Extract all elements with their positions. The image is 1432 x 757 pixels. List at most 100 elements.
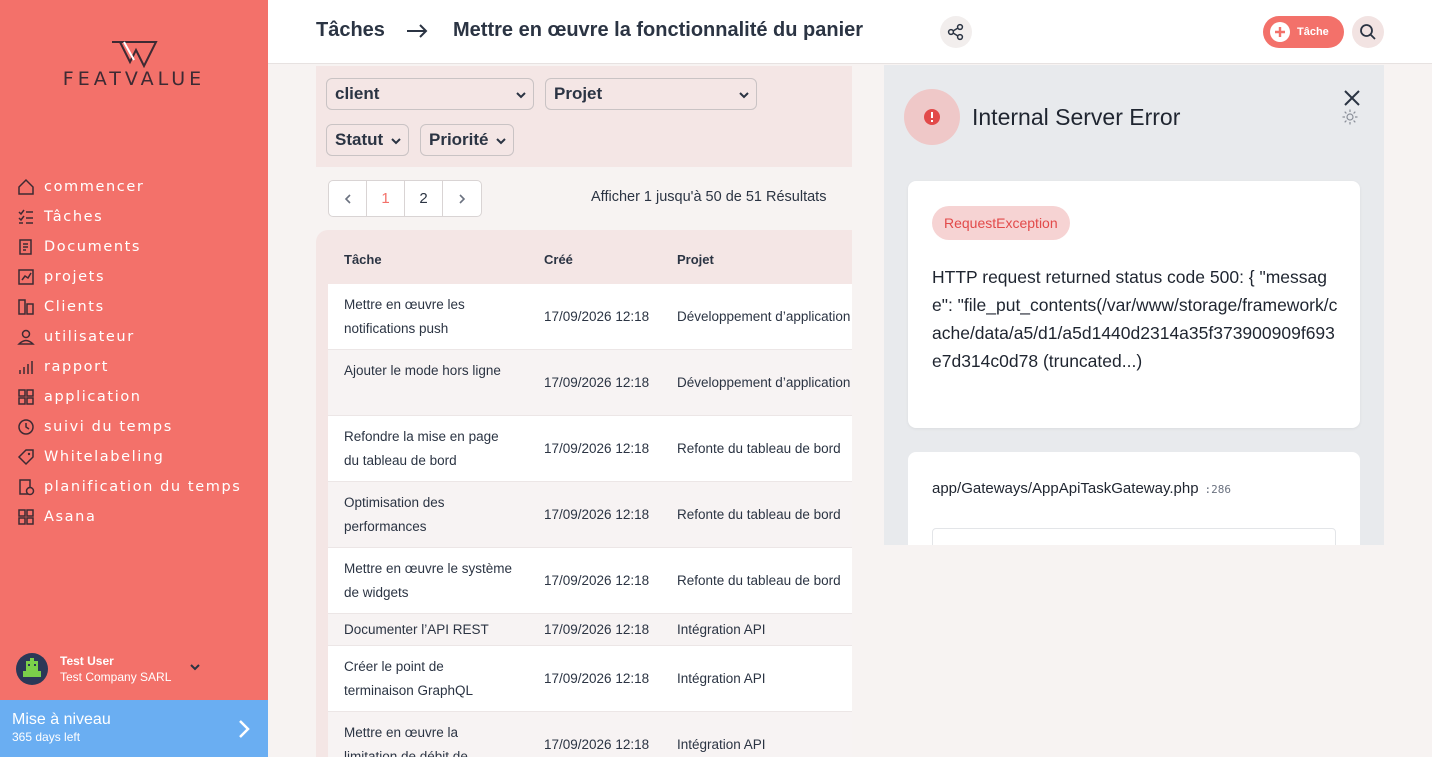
new-task-label: Tâche [1297, 26, 1329, 38]
column-header-project[interactable]: Projet [677, 252, 714, 267]
stack-frame-card[interactable]: app/Gateways/AppApiTaskGateway.php :286 [908, 452, 1360, 545]
next-page-button[interactable] [443, 181, 481, 216]
pagination: 1 2 [328, 180, 482, 217]
sidebar-item-commencer[interactable]: commencer [16, 172, 256, 202]
task-name-cell: Mettre en œuvre les notifications push [344, 297, 465, 336]
table-row[interactable]: Mettre en œuvre le système de widgets 17/… [328, 548, 852, 614]
status-select-value: Statut [335, 130, 384, 149]
close-icon[interactable] [1342, 88, 1362, 108]
sidebar-item-label: rapport [44, 359, 109, 375]
created-cell: 17/09/2026 12:18 [544, 375, 650, 390]
search-button[interactable] [1352, 16, 1384, 48]
project-cell: Intégration API [677, 622, 766, 637]
upgrade-banner[interactable]: Mise à niveau 365 days left [0, 700, 268, 757]
asana-icon [16, 507, 36, 527]
theme-toggle-icon[interactable] [1342, 109, 1358, 125]
table-row[interactable]: Mettre en œuvre les notifications push 17… [328, 284, 852, 350]
tasks-icon [16, 207, 36, 227]
sidebar-item-documents[interactable]: Documents [16, 232, 256, 262]
breadcrumb-current: Mettre en œuvre la fonctionnalité du pan… [453, 19, 864, 41]
project-cell: Développement d’application mobile [677, 375, 852, 390]
client-select[interactable]: client [326, 78, 534, 110]
user-company: Test Company SARL [60, 670, 172, 684]
task-name-cell: Ajouter le mode hors ligne [344, 363, 501, 378]
created-cell: 17/09/2026 12:18 [544, 737, 650, 752]
task-name-cell: Refondre la mise en page du tableau de b… [344, 429, 499, 468]
sidebar-item-asana[interactable]: Asana [16, 502, 256, 532]
project-cell: Refonte du tableau de bord [677, 573, 841, 588]
breadcrumb-root[interactable]: Tâches [316, 19, 385, 42]
exception-badge: RequestException [932, 206, 1070, 240]
task-name-cell: Mettre en œuvre la limitation de débit d… [344, 725, 468, 757]
report-icon [16, 357, 36, 377]
time-planning-icon [16, 477, 36, 497]
user-menu[interactable]: Test User Test Company SARL [16, 652, 256, 686]
sidebar-item-planification-du-temps[interactable]: planification du temps [16, 472, 256, 502]
sidebar-item-application[interactable]: application [16, 382, 256, 412]
sidebar-item-label: suivi du temps [44, 419, 173, 435]
share-button[interactable] [940, 16, 972, 48]
code-snippet [932, 528, 1336, 545]
chevron-down-icon [391, 138, 401, 145]
created-cell: 17/09/2026 12:18 [544, 507, 650, 522]
clients-icon [16, 297, 36, 317]
tasks-table: Tâche Créé Projet Mettre en œuvre les no… [316, 230, 852, 757]
task-name-cell: Mettre en œuvre le système de widgets [344, 561, 513, 600]
chevron-right-icon [459, 193, 466, 204]
sidebar-item-clients[interactable]: Clients [16, 292, 256, 322]
created-cell: 17/09/2026 12:18 [544, 573, 650, 588]
project-cell: Refonte du tableau de bord [677, 441, 841, 456]
sidebar-item-suivi-du-temps[interactable]: suivi du temps [16, 412, 256, 442]
sidebar-item-projets[interactable]: projets [16, 262, 256, 292]
client-select-value: client [335, 84, 380, 103]
sidebar-item-label: Whitelabeling [44, 449, 165, 465]
new-task-button[interactable]: Tâche [1263, 16, 1344, 48]
user-icon [16, 327, 36, 347]
sidebar-item-whitelabeling[interactable]: Whitelabeling [16, 442, 256, 472]
created-cell: 17/09/2026 12:18 [544, 441, 650, 456]
sidebar-item-label: utilisateur [44, 329, 135, 345]
error-panel: Internal Server Error RequestException H… [884, 65, 1384, 545]
home-icon [16, 177, 36, 197]
share-icon [947, 23, 964, 41]
chevron-down-icon[interactable] [188, 660, 202, 674]
chevron-down-icon [739, 92, 749, 99]
table-row[interactable]: Mettre en œuvre la limitation de débit d… [328, 712, 852, 757]
prev-page-button[interactable] [329, 181, 367, 216]
task-name-cell: Créer le point de terminaison GraphQL [344, 659, 474, 698]
table-row[interactable]: Optimisation des performances 17/09/2026 … [328, 482, 852, 548]
frame-file: app/Gateways/AppApiTaskGateway.php [932, 480, 1199, 497]
created-cell: 17/09/2026 12:18 [544, 671, 650, 686]
chevron-down-icon [496, 138, 506, 145]
status-select[interactable]: Statut [326, 124, 409, 156]
results-summary: Afficher 1 jusqu'à 50 de 51 Résultats [591, 189, 827, 205]
priority-select[interactable]: Priorité [420, 124, 514, 156]
frame-line-number: :286 [1204, 483, 1232, 496]
table-row[interactable]: Documenter l’API REST 17/09/2026 12:18 Int… [328, 614, 852, 646]
table-row[interactable]: Ajouter le mode hors ligne 17/09/2026 12:… [328, 350, 852, 416]
projects-icon [16, 267, 36, 287]
table-row[interactable]: Créer le point de terminaison GraphQL 17/… [328, 646, 852, 712]
logo-mark-icon [112, 41, 158, 68]
sidebar-item-label: commencer [44, 179, 145, 195]
sidebar-item-rapport[interactable]: rapport [16, 352, 256, 382]
documents-icon [16, 237, 36, 257]
sidebar-item-label: Tâches [44, 209, 104, 225]
logo[interactable]: FEATVALUE [48, 40, 220, 90]
priority-select-value: Priorité [429, 130, 489, 149]
column-header-created[interactable]: Créé [544, 252, 573, 267]
page-button-2[interactable]: 2 [405, 181, 443, 216]
sidebar-item-label: Documents [44, 239, 142, 255]
sidebar-item-t-ches[interactable]: Tâches [16, 202, 256, 232]
sidebar-item-utilisateur[interactable]: utilisateur [16, 322, 256, 352]
column-header-task[interactable]: Tâche [344, 252, 382, 267]
project-select-value: Projet [554, 84, 603, 103]
arrow-right-icon [407, 24, 428, 38]
project-cell: Intégration API [677, 671, 766, 686]
table-row[interactable]: Refondre la mise en page du tableau de b… [328, 416, 852, 482]
stack-frame-path: app/Gateways/AppApiTaskGateway.php :286 [932, 480, 1231, 497]
project-select[interactable]: Projet [545, 78, 757, 110]
whitelabel-icon [16, 447, 36, 467]
project-cell: Refonte du tableau de bord [677, 507, 841, 522]
page-button-1[interactable]: 1 [367, 181, 405, 216]
